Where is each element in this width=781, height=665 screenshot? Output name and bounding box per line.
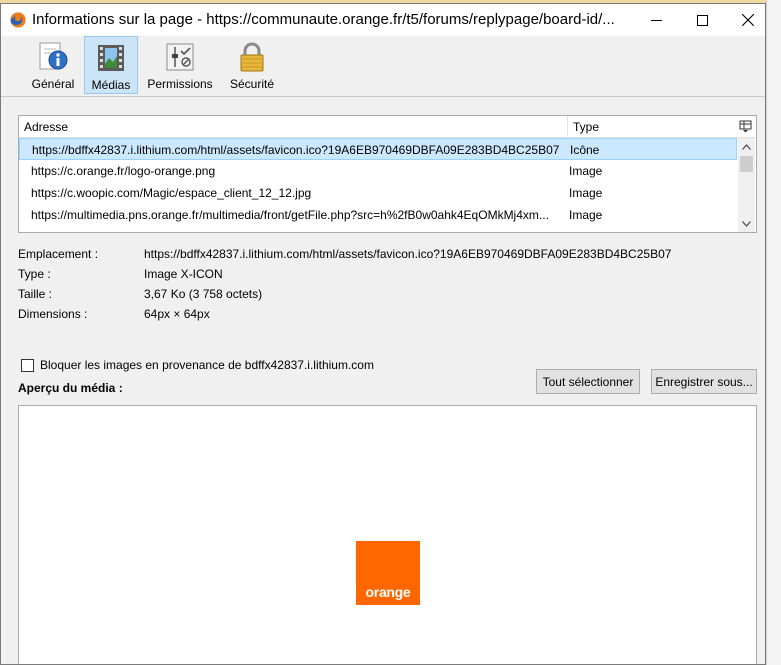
property-key: Type : [18,267,51,281]
info-icon [39,42,68,70]
row-address: https://bdffx42837.i.lithium.com/html/as… [32,143,560,157]
tab-general[interactable]: Général [27,36,79,94]
close-button[interactable] [725,4,765,36]
media-list-rows: https://bdffx42837.i.lithium.com/html/as… [19,138,737,226]
tab-toolbar: Général Médias Permissions Sécurité [1,36,765,96]
maximize-icon [696,14,708,26]
row-address: https://c.woopic.com/Magic/espace_client… [31,186,312,200]
page-info-window: Informations sur la page - https://commu… [0,3,766,665]
tab-permissions-label: Permissions [147,77,213,91]
table-row[interactable]: https://c.orange.fr/logo-orange.png Imag… [19,160,737,182]
table-row[interactable]: https://c.woopic.com/Magic/espace_client… [19,182,737,204]
title-bar[interactable]: Informations sur la page - https://commu… [1,4,765,36]
background-window-edge [766,0,781,665]
maximize-button[interactable] [679,4,725,36]
tab-securite[interactable]: Sécurité [226,36,278,94]
scroll-down-button[interactable] [738,215,755,232]
tab-permissions[interactable]: Permissions [144,36,216,94]
save-as-button[interactable]: Enregistrer sous... [651,369,757,394]
permissions-icon [166,43,194,71]
row-type: Image [569,186,603,200]
media-list-scrollbar[interactable] [738,138,755,232]
row-type: Image [569,164,603,178]
media-preview: orange [18,405,757,664]
table-row[interactable]: https://multimedia.pns.orange.fr/multime… [19,204,737,226]
orange-logo: orange [356,541,420,605]
chevron-down-icon [742,220,751,227]
property-value: 64px × 64px [144,307,210,321]
minimize-button[interactable] [633,4,679,36]
tab-medias-label: Médias [91,78,131,92]
media-icon [98,45,124,71]
scroll-up-button[interactable] [738,138,755,155]
row-address: https://c.orange.fr/logo-orange.png [31,164,216,178]
property-key: Taille : [18,287,53,301]
chevron-up-icon [742,143,751,150]
property-value: Image X-ICON [144,267,223,281]
column-header-address[interactable]: Adresse [24,120,68,134]
property-key: Emplacement : [18,247,99,261]
tab-securite-label: Sécurité [229,77,275,91]
medias-panel: Adresse Type https://bdffx42837.i.lithiu… [1,97,765,664]
property-key: Dimensions : [18,307,88,321]
orange-logo-text: orange [365,584,411,600]
window-title: Informations sur la page - https://commu… [32,11,615,28]
media-preview-label: Aperçu du média : [18,381,123,395]
column-divider[interactable] [567,116,568,137]
tab-general-label: Général [31,77,75,91]
property-value: 3,67 Ko (3 758 octets) [144,287,263,301]
column-picker-icon[interactable] [739,119,753,133]
property-value: https://bdffx42837.i.lithium.com/html/as… [144,247,672,261]
close-icon [742,14,754,26]
media-list-header: Adresse Type [19,116,756,138]
lock-icon [240,42,264,72]
row-type: Icône [570,143,600,157]
media-list[interactable]: Adresse Type https://bdffx42837.i.lithiu… [18,115,757,233]
row-address: https://multimedia.pns.orange.fr/multime… [31,208,549,222]
select-all-button[interactable]: Tout sélectionner [536,369,640,394]
minimize-icon [650,19,662,21]
tab-medias[interactable]: Médias [84,36,138,94]
column-header-type[interactable]: Type [573,120,599,134]
table-row[interactable]: https://bdffx42837.i.lithium.com/html/as… [19,138,737,160]
block-images-checkbox[interactable] [21,359,34,372]
scroll-thumb[interactable] [740,156,753,172]
row-type: Image [569,208,603,222]
block-images-label[interactable]: Bloquer les images en provenance de bdff… [40,358,374,372]
firefox-icon [10,12,26,28]
